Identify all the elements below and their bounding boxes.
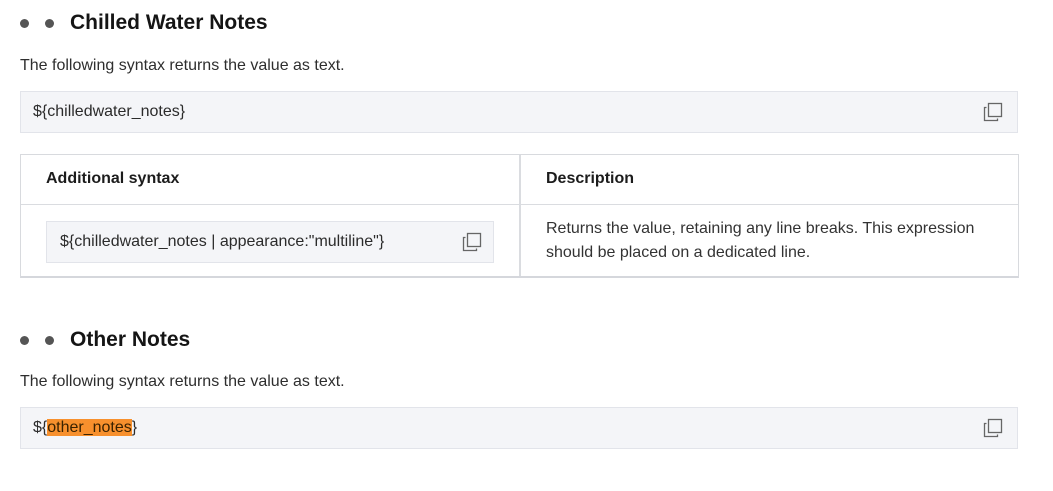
table-header-additional-syntax: Additional syntax	[46, 170, 180, 187]
section-heading-other-notes: Other Notes	[20, 325, 190, 355]
code-suffix: }	[131, 419, 138, 436]
copy-icon[interactable]	[462, 232, 482, 252]
syntax-table: Additional syntax Description ${chilledw…	[20, 154, 1019, 278]
bullet-icon	[20, 335, 29, 345]
code-text[interactable]: ${other_notes}	[33, 419, 137, 437]
column-divider	[519, 155, 521, 276]
table-header-description: Description	[546, 170, 635, 187]
table-code-block[interactable]: ${chilledwater_notes | appearance:"multi…	[46, 221, 494, 263]
bullet-icon	[45, 335, 54, 345]
code-text[interactable]: ${chilledwater_notes}	[33, 103, 185, 121]
code-prefix: ${	[33, 419, 48, 436]
bullet-icon	[20, 18, 29, 28]
code-block[interactable]: ${other_notes}	[20, 407, 1018, 449]
section-heading-chilled-water: Chilled Water Notes	[20, 8, 268, 38]
search-highlight: other_notes	[47, 419, 132, 436]
bullet-icon	[45, 18, 54, 28]
description-paragraph: The following syntax returns the value a…	[20, 57, 345, 74]
heading-text: Chilled Water Notes	[70, 11, 268, 34]
code-text[interactable]: ${chilledwater_notes | appearance:"multi…	[60, 233, 384, 251]
code-block[interactable]: ${chilledwater_notes}	[20, 91, 1018, 133]
description-paragraph: The following syntax returns the value a…	[20, 373, 345, 390]
copy-icon[interactable]	[983, 102, 1003, 122]
table-cell-description: Returns the value, retaining any line br…	[546, 220, 975, 261]
heading-text: Other Notes	[70, 328, 191, 351]
copy-icon[interactable]	[983, 418, 1003, 438]
row-divider	[21, 204, 1018, 205]
